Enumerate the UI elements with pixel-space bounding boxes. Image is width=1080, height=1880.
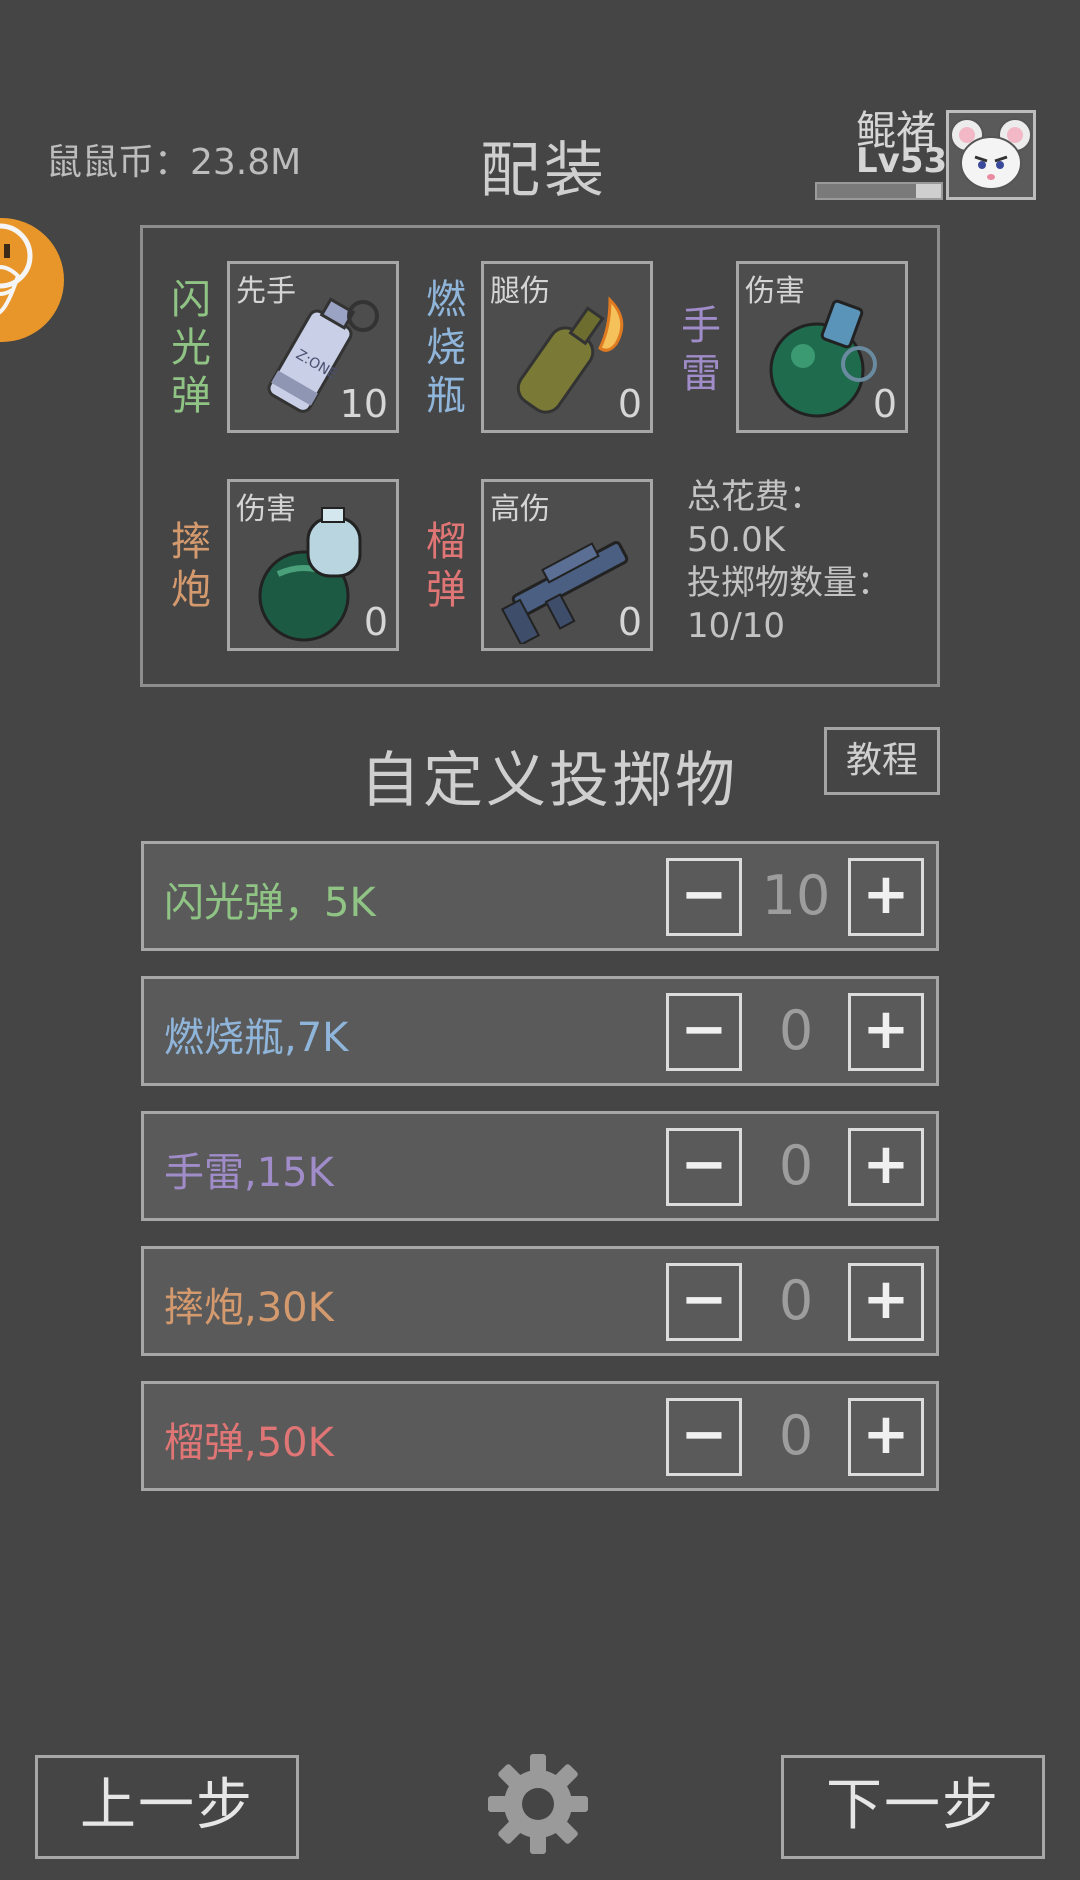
- row-quantity: 10: [761, 864, 831, 927]
- slot-label-popper: 摔炮: [168, 518, 214, 614]
- slot-flashbang[interactable]: 先手 Z:ONE 10: [227, 261, 399, 433]
- slot-grenade[interactable]: 伤害 0: [736, 261, 908, 433]
- slot-label-text: 手雷: [681, 303, 721, 397]
- row-label: 摔炮,30K: [164, 1285, 334, 1331]
- increment-button[interactable]: +: [848, 858, 924, 936]
- row-label: 榴弹,50K: [164, 1420, 334, 1466]
- row-label: 燃烧瓶,7K: [164, 1015, 349, 1061]
- throwable-count-value: 10/10: [687, 606, 785, 646]
- row-quantity: 0: [778, 1269, 814, 1332]
- total-cost-value: 50.0K: [687, 520, 785, 560]
- slot-count: 0: [617, 600, 642, 644]
- loadout-summary: 总花费： 50.0K 投掷物数量： 10/10: [687, 476, 891, 648]
- next-step-button[interactable]: 下一步: [781, 1755, 1045, 1859]
- increment-button[interactable]: +: [848, 1398, 924, 1476]
- total-cost-label: 总花费：: [687, 477, 823, 517]
- throwable-row-popper: 摔炮,30K − 0 +: [141, 1246, 939, 1356]
- avatar-mouse-icon: [950, 118, 1032, 190]
- slot-count: 10: [339, 382, 388, 426]
- slot-label-text: 摔炮: [171, 519, 211, 613]
- slot-label-grenade: 手雷: [678, 302, 724, 398]
- decrement-button[interactable]: −: [666, 1128, 742, 1206]
- coin-balance: 鼠鼠币：23.8M: [46, 142, 302, 183]
- slot-label-launcher: 榴弹: [423, 518, 469, 614]
- decrement-button[interactable]: −: [666, 1398, 742, 1476]
- throwable-row-flashbang: 闪光弹，5K − 10 +: [141, 841, 939, 951]
- row-label: 手雷,15K: [164, 1150, 334, 1196]
- row-label: 闪光弹，5K: [164, 880, 376, 926]
- slot-popper[interactable]: 伤害 0: [227, 479, 399, 651]
- slot-count: 0: [617, 382, 642, 426]
- slot-count: 0: [872, 382, 897, 426]
- gear-icon[interactable]: [486, 1752, 590, 1856]
- slot-molotov[interactable]: 腿伤 0: [481, 261, 653, 433]
- slot-count: 0: [363, 600, 388, 644]
- decrement-button[interactable]: −: [666, 993, 742, 1071]
- increment-button[interactable]: +: [848, 1263, 924, 1341]
- xp-bar: [815, 182, 943, 200]
- decrement-button[interactable]: −: [666, 1263, 742, 1341]
- throwable-row-molotov: 燃烧瓶,7K − 0 +: [141, 976, 939, 1086]
- xp-bar-fill: [817, 184, 917, 198]
- slot-label-flashbang: 闪光弹: [168, 276, 214, 420]
- slot-label-text: 榴弹: [426, 519, 466, 613]
- avatar[interactable]: [946, 110, 1036, 200]
- slot-grenade-launcher[interactable]: 高伤 0: [481, 479, 653, 651]
- prev-step-button[interactable]: 上一步: [35, 1755, 299, 1859]
- player-level: Lv53: [856, 141, 948, 181]
- slot-label-text: 燃烧瓶: [426, 277, 466, 419]
- throwable-count-label: 投掷物数量：: [687, 563, 891, 603]
- slot-label-text: 闪光弹: [171, 277, 211, 419]
- row-quantity: 0: [778, 1404, 814, 1467]
- row-quantity: 0: [778, 999, 814, 1062]
- page-title: 配装: [480, 136, 608, 206]
- increment-button[interactable]: +: [848, 993, 924, 1071]
- slot-label-molotov: 燃烧瓶: [423, 276, 469, 420]
- throwable-row-launcher: 榴弹,50K − 0 +: [141, 1381, 939, 1491]
- increment-button[interactable]: +: [848, 1128, 924, 1206]
- side-badge-icon[interactable]: [0, 206, 72, 344]
- custom-throwables-title: 自定义投掷物: [360, 746, 738, 816]
- row-quantity: 0: [778, 1134, 814, 1197]
- decrement-button[interactable]: −: [666, 858, 742, 936]
- tutorial-button[interactable]: 教程: [824, 727, 940, 795]
- throwable-row-grenade: 手雷,15K − 0 +: [141, 1111, 939, 1221]
